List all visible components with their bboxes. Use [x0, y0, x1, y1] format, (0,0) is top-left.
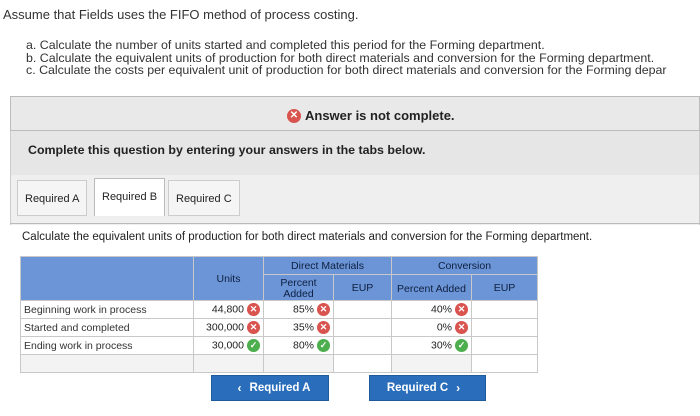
chevron-left-icon: ‹ [237, 381, 242, 395]
cv-percent-input[interactable]: 40% ✕ [391, 300, 472, 319]
cv-percent-input[interactable]: 0% ✕ [391, 318, 472, 337]
dm-percent-input[interactable]: 85% ✕ [263, 300, 334, 319]
row-label: Beginning work in process [20, 300, 194, 319]
dm-eup-input[interactable] [333, 318, 392, 337]
question-parts: a. Calculate the number of units started… [26, 39, 667, 77]
cv-percent-input[interactable]: 30% ✓ [391, 336, 472, 355]
dm-percent-total [263, 354, 334, 373]
tab-required-a[interactable]: Required A [17, 180, 88, 216]
dm-eup-input[interactable] [333, 336, 392, 355]
cv-eup-total[interactable] [471, 354, 538, 373]
check-icon: ✓ [247, 339, 260, 352]
next-required-c-button[interactable]: Required C › [369, 375, 486, 401]
tab-required-c[interactable]: Required C [168, 180, 240, 216]
eup-table: Units Direct Materials Conversion Percen… [20, 256, 538, 373]
cv-eup-input[interactable] [471, 336, 538, 355]
cv-percent-total [391, 354, 472, 373]
row-label: Started and completed [20, 318, 194, 337]
intro-text: Assume that Fields uses the FIFO method … [3, 7, 359, 22]
panel-title: Complete this question by entering your … [28, 143, 426, 157]
header-conversion: Conversion [391, 256, 538, 275]
incorrect-icon: ✕ [247, 321, 260, 334]
table-row [20, 354, 538, 373]
table-row: Beginning work in process 44,800 ✕ 85% ✕ 4… [20, 300, 538, 319]
tab-required-b[interactable]: Required B [94, 178, 166, 216]
units-input[interactable]: 300,000 ✕ [193, 318, 264, 337]
header-dm-eup: EUP [333, 274, 392, 301]
row-label [20, 354, 194, 373]
incorrect-icon: ✕ [455, 303, 468, 316]
cv-eup-input[interactable] [471, 300, 538, 319]
incorrect-icon: ✕ [247, 303, 260, 316]
header-cv-eup: EUP [471, 274, 538, 301]
answer-status-text: Answer is not complete. [305, 108, 455, 123]
header-cv-percent-added: Percent Added [391, 274, 472, 301]
table-row: Ending work in process 30,000 ✓ 80% ✓ 30% ✓ [20, 336, 538, 355]
incorrect-icon: ✕ [317, 303, 330, 316]
incorrect-icon: ✕ [317, 321, 330, 334]
row-label: Ending work in process [20, 336, 194, 355]
units-input[interactable]: 44,800 ✕ [193, 300, 264, 319]
check-icon: ✓ [317, 339, 330, 352]
instruction-text: Calculate the equivalent units of produc… [22, 231, 593, 243]
units-total [193, 354, 264, 373]
units-input[interactable]: 30,000 ✓ [193, 336, 264, 355]
incorrect-icon: ✕ [455, 321, 468, 334]
check-icon: ✓ [455, 339, 468, 352]
answer-status-banner: ✕ Answer is not complete. [10, 96, 700, 131]
cv-eup-input[interactable] [471, 318, 538, 337]
dm-eup-input[interactable] [333, 300, 392, 319]
question-panel: Complete this question by entering your … [10, 131, 700, 175]
prev-required-a-button[interactable]: ‹ Required A [211, 375, 329, 401]
dm-percent-input[interactable]: 80% ✓ [263, 336, 334, 355]
header-units: Units [193, 256, 264, 301]
header-direct-materials: Direct Materials [263, 256, 392, 275]
dm-eup-total[interactable] [333, 354, 392, 373]
chevron-right-icon: › [456, 381, 461, 395]
x-circle-icon: ✕ [287, 108, 301, 123]
header-dm-percent-added: Percent Added [263, 274, 334, 301]
part-c: c. Calculate the costs per equivalent un… [26, 63, 667, 77]
header-label-cell [20, 256, 194, 301]
tab-divider [10, 223, 700, 224]
tabs-bar: Required A Required B Required C [10, 175, 700, 225]
table-row: Started and completed 300,000 ✕ 35% ✕ 0% ✕ [20, 318, 538, 337]
dm-percent-input[interactable]: 35% ✕ [263, 318, 334, 337]
